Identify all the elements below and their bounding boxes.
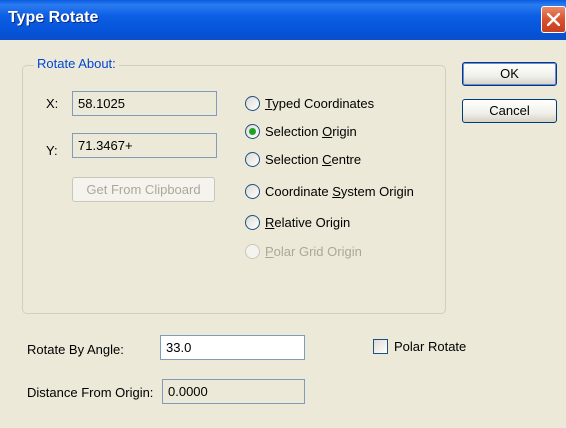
radio-polar-grid-origin[interactable]: Polar Grid Origin [245,244,362,259]
radio-label: Polar Grid Origin [265,244,362,259]
x-label: X: [46,96,59,111]
radio-circle [245,152,260,167]
radio-label: Coordinate System Origin [265,184,414,199]
y-label: Y: [46,143,58,158]
radio-circle [245,96,260,111]
radio-circle [245,124,260,139]
ok-button[interactable]: OK [462,62,557,86]
rotate-by-angle-label: Rotate By Angle: [27,342,124,357]
distance-from-origin-label: Distance From Origin: [27,385,154,400]
radio-label: Selection Origin [265,124,357,139]
radio-relative-origin[interactable]: Relative Origin [245,215,350,230]
radio-selection-origin[interactable]: Selection Origin [245,124,357,139]
radio-typed-coordinates[interactable]: Typed Coordinates [245,96,374,111]
window-title: Type Rotate [8,9,99,26]
checkbox-box [373,339,388,354]
radio-circle [245,244,260,259]
y-coordinate-field[interactable]: 71.3467+ [72,133,217,158]
radio-selection-centre[interactable]: Selection Centre [245,152,361,167]
rotate-about-label: Rotate About: [34,56,119,71]
radio-label: Selection Centre [265,152,362,167]
close-button[interactable] [541,6,566,33]
radio-label: Relative Origin [265,215,351,230]
distance-from-origin-field[interactable]: 0.0000 [162,379,305,404]
type-rotate-dialog: Type Rotate Rotate About: X: 58.1025 Y: … [0,0,566,428]
radio-coordinate-system-origin[interactable]: Coordinate System Origin [245,184,414,199]
polar-rotate-label: Polar Rotate [394,339,467,354]
polar-rotate-checkbox[interactable]: Polar Rotate [373,339,466,354]
close-icon [547,13,560,26]
radio-circle [245,184,260,199]
cancel-button[interactable]: Cancel [462,99,557,123]
radio-circle [245,215,260,230]
x-coordinate-field[interactable]: 58.1025 [72,91,217,116]
title-bar: Type Rotate [0,0,566,40]
radio-label: Typed Coordinates [265,96,375,111]
get-from-clipboard-button[interactable]: Get From Clipboard [72,177,215,202]
rotate-angle-input[interactable]: 33.0 [160,335,305,360]
